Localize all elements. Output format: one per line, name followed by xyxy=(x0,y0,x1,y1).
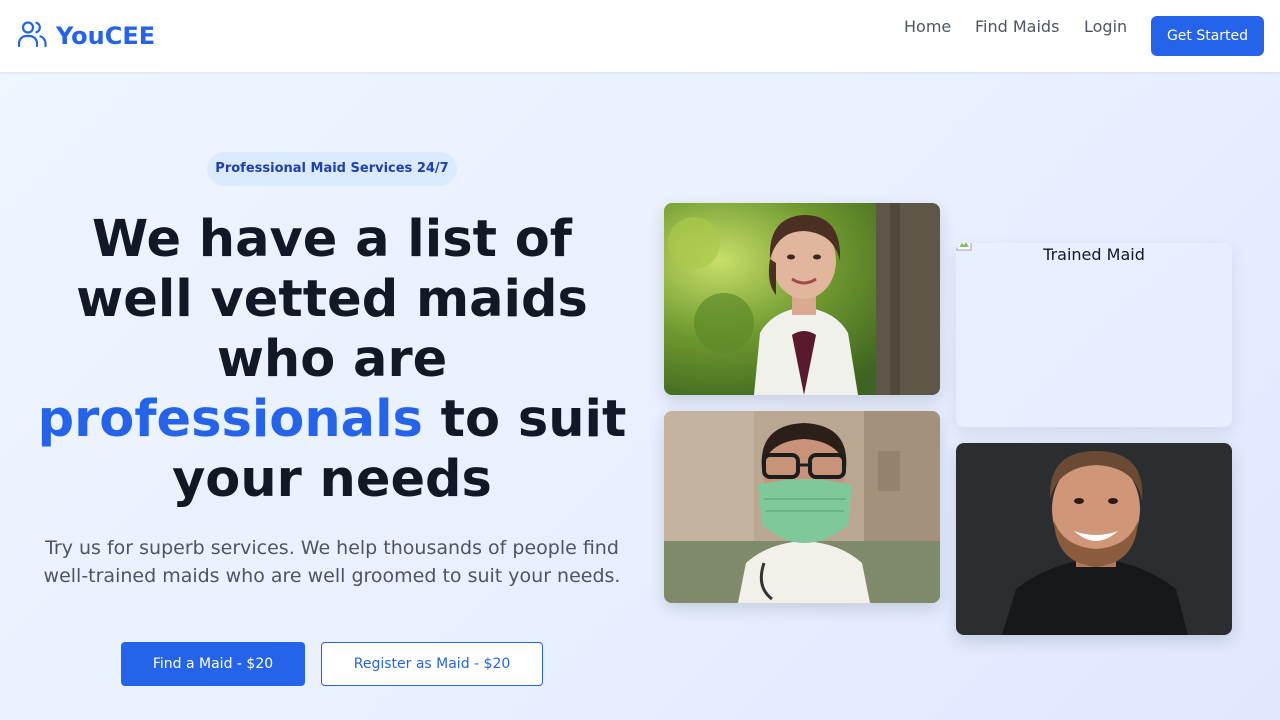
hero-subtext: Try us for superb services. We help thou… xyxy=(43,537,621,587)
man-in-face-mask-photo xyxy=(664,411,940,603)
headline-line-2: well vetted maids xyxy=(76,270,588,329)
trained-maid-broken-image: Trained Maid xyxy=(956,243,1232,427)
users-icon xyxy=(16,18,48,54)
headline-line-4: to suit xyxy=(422,390,627,449)
woman-in-white-coat-photo xyxy=(664,203,940,395)
service-badge: Professional Maid Services 24/7 xyxy=(207,152,457,186)
brand-logo[interactable]: YouCEE xyxy=(16,20,155,52)
headline-line-5: your needs xyxy=(172,450,492,509)
register-maid-button[interactable]: Register as Maid - $20 xyxy=(321,642,543,686)
nav-link-home[interactable]: Home xyxy=(904,17,951,37)
nav-link-login[interactable]: Login xyxy=(1084,17,1127,37)
find-maid-button[interactable]: Find a Maid - $20 xyxy=(121,642,305,686)
headline-line-1: We have a list of xyxy=(92,210,572,269)
headline-line-3: who are xyxy=(216,330,448,389)
smiling-bearded-man-photo xyxy=(956,443,1232,635)
get-started-button[interactable]: Get Started xyxy=(1151,16,1264,56)
brand-name: YouCEE xyxy=(56,22,156,50)
navbar: YouCEE Home Find Maids Login Get Started xyxy=(0,0,1280,72)
broken-image-alt-text: Trained Maid xyxy=(1043,245,1145,264)
nav-link-find-maids[interactable]: Find Maids xyxy=(975,17,1059,37)
headline-accent: professionals xyxy=(37,390,423,449)
hero-headline: We have a list of well vetted maids who … xyxy=(32,210,632,510)
